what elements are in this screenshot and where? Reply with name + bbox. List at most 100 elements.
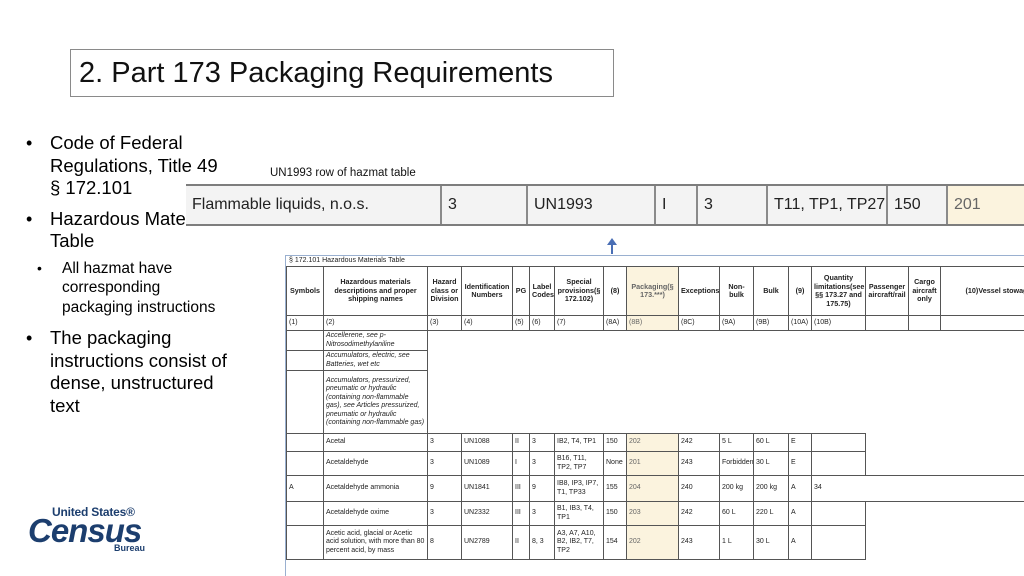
cell: 8, 3 — [530, 526, 555, 560]
code-cell: (4) — [462, 316, 513, 331]
cell: UN2332 — [462, 502, 513, 526]
cell: 243 — [679, 526, 720, 560]
cell: 220 L — [754, 502, 789, 526]
table-row: Acetal 3 UN1088 II 3 IB2, T4, TP1 150 20… — [287, 434, 1024, 452]
un1993-cell-pg: I — [655, 186, 697, 224]
cell: UN2789 — [462, 526, 513, 560]
col-header: PG — [513, 267, 530, 316]
code-cell: (10B) — [812, 316, 866, 331]
cell: E — [789, 452, 812, 476]
cell: I — [513, 452, 530, 476]
cell: B16, T11, TP2, TP7 — [555, 452, 604, 476]
code-cell: (8C) — [679, 316, 720, 331]
hazmat-table-title: § 172.101 Hazardous Materials Table — [286, 256, 1024, 266]
cell: 200 kg — [720, 476, 754, 502]
cell: 150 — [604, 434, 627, 452]
cell: 242 — [679, 502, 720, 526]
cell: 240 — [679, 476, 720, 502]
col-header: Label Codes — [530, 267, 555, 316]
cell: II — [513, 526, 530, 560]
cell: IB2, T4, TP1 — [555, 434, 604, 452]
cell — [812, 434, 866, 452]
col-header: Non-bulk — [720, 267, 754, 316]
col-header: Quantity limitations(see §§ 173.27 and 1… — [812, 267, 866, 316]
symbol-cell — [287, 351, 324, 371]
code-cell: (9B) — [754, 316, 789, 331]
cell: None — [604, 452, 627, 476]
code-cell — [909, 316, 941, 331]
cell: 150 — [604, 502, 627, 526]
col-header: Special provisions(§ 172.102) — [555, 267, 604, 316]
col-header: (10)Vessel stowage — [941, 267, 1024, 316]
blank-cell — [428, 331, 1024, 434]
table-row: Acetic acid, glacial or Acetic acid solu… — [287, 526, 1024, 560]
cell: 60 L — [720, 502, 754, 526]
un1993-cell-id: UN1993 — [527, 186, 655, 224]
cell: Acetaldehyde ammonia — [324, 476, 428, 502]
cell: Acetaldehyde oxime — [324, 502, 428, 526]
cell: 5 L — [720, 434, 754, 452]
code-cell: (1) — [287, 316, 324, 331]
arrow-shaft — [611, 244, 613, 254]
cell — [287, 434, 324, 452]
cell: II — [513, 434, 530, 452]
code-cell: (3) — [428, 316, 462, 331]
cell: 203 — [627, 502, 679, 526]
cell: 154 — [604, 526, 627, 560]
col-header: Cargo aircraft only — [909, 267, 941, 316]
un1993-cell-label: 3 — [697, 186, 767, 224]
hazmat-table-image: § 172.101 Hazardous Materials Table Symb… — [285, 255, 1024, 576]
cell: 3 — [530, 434, 555, 452]
symbol-cell — [287, 371, 324, 434]
cell: IB8, IP3, IP7, T1, TP33 — [555, 476, 604, 502]
slide-title: 2. Part 173 Packaging Requirements — [70, 49, 614, 97]
reference-cell: Accumulators, electric, see Batteries, w… — [324, 351, 428, 371]
table-row: Acetaldehyde 3 UN1089 I 3 B16, T11, TP2,… — [287, 452, 1024, 476]
un1993-cell-class: 3 — [441, 186, 527, 224]
cell: 1 L — [720, 526, 754, 560]
code-cell: (9A) — [720, 316, 754, 331]
symbol-cell — [287, 331, 324, 351]
cell: 3 — [428, 434, 462, 452]
cell: A — [789, 476, 812, 502]
cell: B1, IB3, T4, TP1 — [555, 502, 604, 526]
cell: 3 — [428, 452, 462, 476]
cell: 242 — [679, 434, 720, 452]
blank-cell — [866, 502, 1024, 526]
hazmat-codes-row: (1) (2) (3) (4) (5) (6) (7) (8A) (8B) (8… — [287, 316, 1024, 331]
reference-cell: Accumulators, pressurized, pneumatic or … — [324, 371, 428, 434]
cell: UN1841 — [462, 476, 513, 502]
blank-cell — [866, 526, 1024, 560]
cell: 3 — [530, 452, 555, 476]
un1993-cell-name: Flammable liquids, n.o.s. — [186, 186, 441, 224]
cell: 3 — [428, 502, 462, 526]
col-header: Identification Numbers — [462, 267, 513, 316]
cell: 200 kg — [754, 476, 789, 502]
cell: 60 L — [754, 434, 789, 452]
cell: A — [789, 502, 812, 526]
cell: Forbidden — [720, 452, 754, 476]
code-cell — [941, 316, 1024, 331]
cell: 155 — [604, 476, 627, 502]
code-cell: (10A) — [789, 316, 812, 331]
col-header: Symbols — [287, 267, 324, 316]
cell: E — [789, 434, 812, 452]
code-cell: (7) — [555, 316, 604, 331]
code-cell: (2) — [324, 316, 428, 331]
col-header: (8) — [604, 267, 627, 316]
un1993-caption: UN1993 row of hazmat table — [270, 167, 416, 179]
cell: UN1088 — [462, 434, 513, 452]
code-cell — [866, 316, 909, 331]
logo-line-3: Bureau — [114, 543, 145, 553]
blank-cell — [866, 452, 1024, 476]
census-bureau-logo: United States® Census Bureau — [28, 505, 148, 555]
sub-bullet-packaging: All hazmat have corresponding packaging … — [24, 259, 229, 318]
col-header-packaging: Packaging(§ 173.***) — [627, 267, 679, 316]
un1993-row-image: Flammable liquids, n.o.s. 3 UN1993 I 3 T… — [186, 184, 1024, 226]
hazmat-header-row: Symbols Hazardous materials descriptions… — [287, 267, 1024, 316]
cell: A — [789, 526, 812, 560]
bullet-dense-text: The packaging instructions consist of de… — [24, 327, 229, 417]
un1993-cell-packaging: 201 — [947, 186, 1024, 224]
col-header: Bulk — [754, 267, 789, 316]
cell: 9 — [428, 476, 462, 502]
